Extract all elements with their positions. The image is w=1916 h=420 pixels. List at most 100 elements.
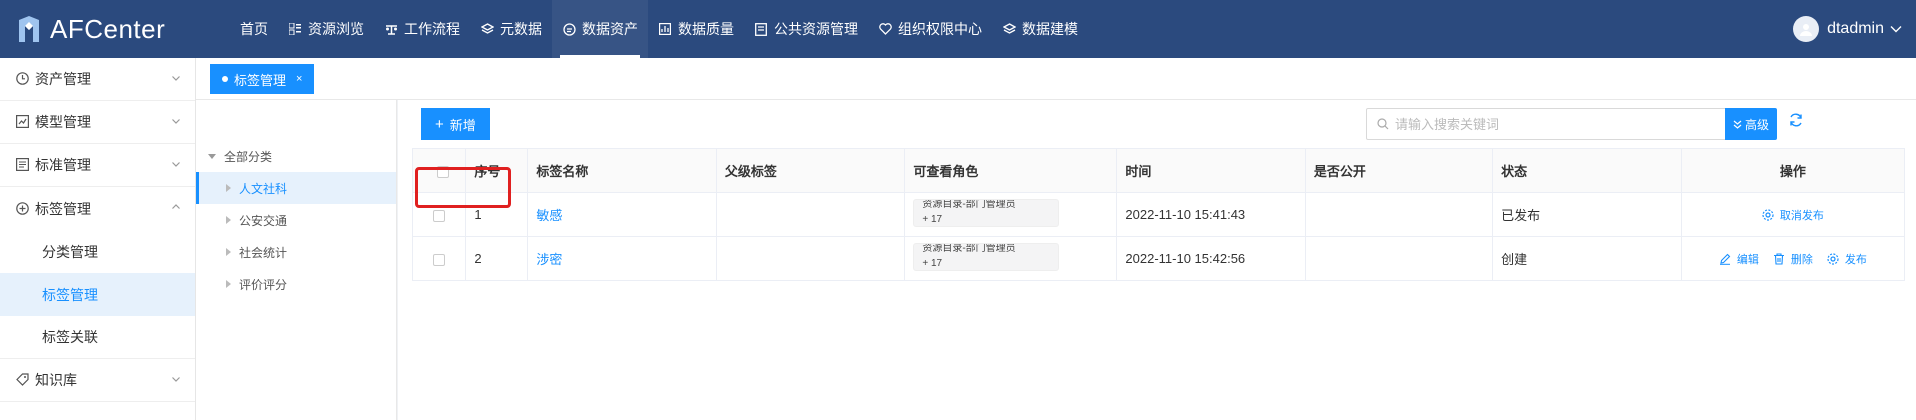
caret-right-icon[interactable] [226,248,231,256]
nav-data-assets-label: 数据资产 [582,21,638,37]
caret-right-icon[interactable] [226,280,231,288]
add-button[interactable]: + 新增 [421,108,490,140]
plus-icon: + [435,115,444,133]
caret-down-icon[interactable] [208,153,216,159]
publish-button[interactable]: 发布 [1827,251,1867,267]
roles-tag-box: 资源目录-部门管理员 + 17 [913,199,1060,227]
tab-label: 标签管理 [234,72,287,88]
search-box [1366,108,1726,140]
nav-resource-browse[interactable]: 资源浏览 [278,0,374,58]
nav-org-permissions-label: 组织权限中心 [898,21,982,37]
sidebar-item-model-management[interactable]: 模型管理 [0,101,195,144]
nav-public-resources[interactable]: 公共资源管理 [744,0,868,58]
column-header: 状态 [1492,148,1682,193]
caret-right-icon[interactable] [226,216,231,224]
column-header: 时间 [1116,148,1306,193]
name-cell: 敏感 [527,192,717,237]
chevron-up-icon [172,204,180,209]
nav-metadata[interactable]: 元数据 [470,0,552,58]
doc-icon [16,158,30,172]
tag-name-link[interactable]: 涉密 [536,252,562,267]
gear-icon [1762,208,1774,221]
tab-strip: 标签管理 × [196,58,1916,100]
user-menu[interactable]: dtadmin [1793,0,1902,58]
sidebar-item-knowledge-base[interactable]: 知识库 [0,359,195,402]
sidebar-item-standard-management[interactable]: 标准管理 [0,144,195,187]
category-tree: 全部分类 人文社科 公安交通 社会统计 评价评分 [196,100,397,420]
tag-name-link[interactable]: 敏感 [536,208,562,223]
actions-cell: 编辑 删除 发布 [1680,236,1906,281]
avatar [1793,16,1820,42]
sidebar-item-label: 模型管理 [35,114,91,130]
sidebar-subitem-tag-association[interactable]: 标签关联 [0,316,195,359]
refresh-icon[interactable] [1788,112,1804,128]
clock-icon [16,72,30,86]
parent-cell [715,192,906,237]
public-cell [1304,192,1494,237]
tree-node-public-security[interactable]: 公安交通 [196,204,396,236]
tree-node-label: 全部分类 [224,149,273,164]
user-name: dtadmin [1827,20,1884,37]
nav-data-modeling[interactable]: 数据建模 [992,0,1088,58]
role-more-count: + 17 [922,214,943,225]
status-cell: 创建 [1492,236,1682,281]
sidebar: 资产管理 模型管理 标准管理 标签管理 分类管理 标签管理 标签关联 知识库 [0,58,196,420]
sidebar-item-asset-management[interactable]: 资产管理 [0,58,195,101]
double-chevron-down-icon [1733,120,1742,129]
actions-cell: 取消发布 [1680,192,1906,237]
nav-workflow[interactable]: 工作流程 [374,0,470,58]
delete-label: 删除 [1790,253,1813,266]
caret-right-icon[interactable] [226,184,231,192]
status-cell: 已发布 [1492,192,1682,237]
table-row: 1 敏感 资源目录-部门管理员 + 17 2022-11-10 15:41:43… [411,192,1906,237]
search-icon [1377,118,1389,130]
index-cell: 2 [465,236,529,281]
edit-button[interactable]: 编辑 [1719,251,1759,267]
nav-data-assets[interactable]: 数据资产 [552,0,648,58]
tree-node-evaluation[interactable]: 评价评分 [196,268,396,300]
top-navbar: AFCenter 首页 资源浏览 工作流程 元数据 数据资产 数据质量 公共资源… [0,0,1916,58]
row-checkbox[interactable] [433,209,446,222]
delete-button[interactable]: 删除 [1773,251,1813,267]
tree-node-social-statistics[interactable]: 社会统计 [196,236,396,268]
row-select-cell [411,192,467,237]
column-header: 序号 [465,148,529,193]
nav-org-permissions[interactable]: 组织权限中心 [868,0,992,58]
sidebar-subitem-tag-management[interactable]: 标签管理 [0,273,195,316]
nav-resource-browse-label: 资源浏览 [308,21,364,37]
sidebar-subitem-label: 分类管理 [42,243,98,260]
logo-icon [19,16,39,42]
table-row: 2 涉密 资源目录-部门管理员 + 17 2022-11-10 15:42:56… [411,236,1906,281]
select-all-checkbox[interactable] [437,165,450,178]
app-logo[interactable]: AFCenter [0,14,196,45]
time-cell: 2022-11-10 15:42:56 [1116,236,1306,281]
tree-node-label: 评价评分 [239,277,288,292]
flow-icon [384,22,398,36]
column-header: 操作 [1680,148,1906,193]
tab-tag-management[interactable]: 标签管理 × [210,64,315,94]
public-cell [1304,236,1494,281]
layers-icon [1002,22,1016,36]
advanced-search-button[interactable]: 高级 [1725,108,1777,140]
parent-cell [715,236,906,281]
sidebar-item-tag-management[interactable]: 标签管理 [0,187,195,230]
nav-data-quality[interactable]: 数据质量 [648,0,744,58]
book-icon [754,22,768,36]
close-icon[interactable]: × [296,73,302,85]
column-header: 父级标签 [715,148,906,193]
shield-icon [878,22,892,36]
search-input[interactable] [1395,116,1695,132]
tree-node-humanities[interactable]: 人文社科 [196,172,396,204]
unpublish-button[interactable]: 取消发布 [1762,207,1824,223]
table-header-row: 序号 标签名称 父级标签 可查看角色 时间 是否公开 状态 操作 [411,148,1906,193]
roles-cell: 资源目录-部门管理员 + 17 [904,236,1118,281]
tree-node-root[interactable]: 全部分类 [196,140,396,172]
advanced-label: 高级 [1744,117,1769,132]
nav-home[interactable]: 首页 [230,0,278,58]
row-checkbox[interactable] [433,253,446,266]
chevron-down-icon [172,162,180,167]
sidebar-subitem-category-management[interactable]: 分类管理 [0,230,195,273]
column-header: 标签名称 [527,148,717,193]
nav-data-modeling-label: 数据建模 [1022,21,1078,37]
main-content: + 新增 高级 序号 标签名称 父级标签 可查看角色 时间 是否公开 [398,100,1916,420]
